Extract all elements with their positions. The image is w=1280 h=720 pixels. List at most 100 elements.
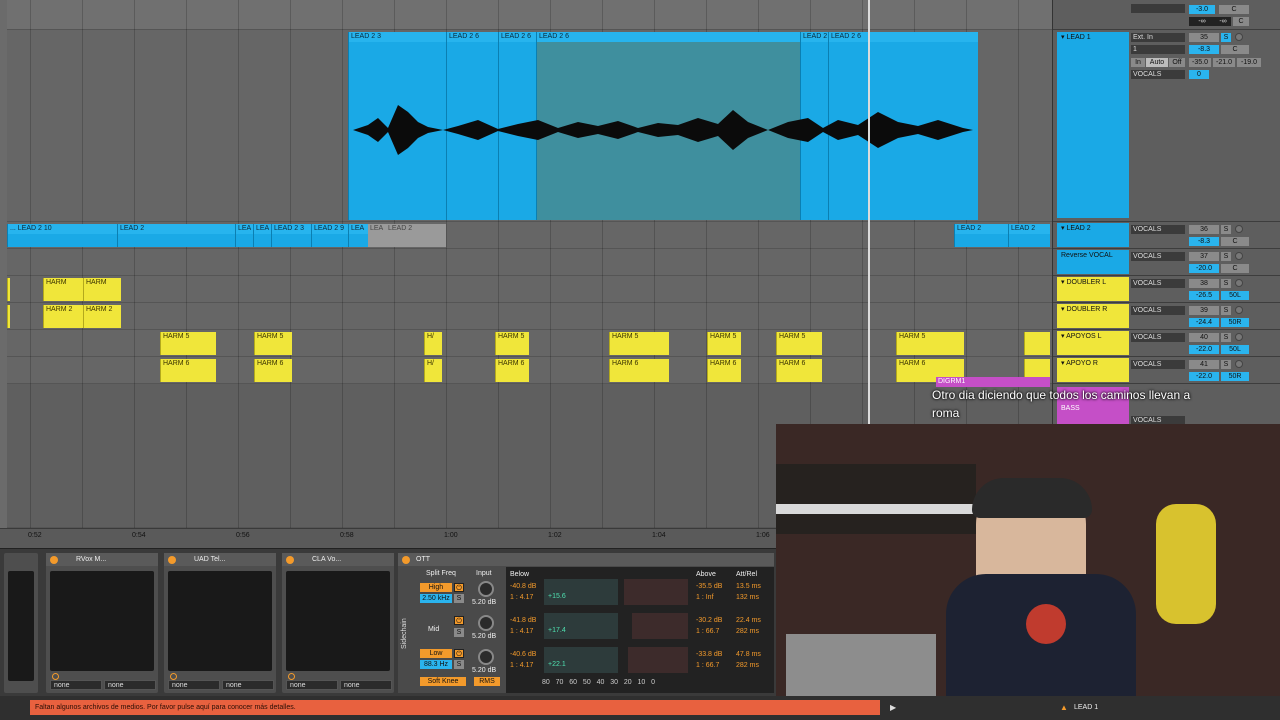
volume-field[interactable]: -20.0 xyxy=(1189,264,1219,273)
clip-apoyos-l[interactable]: HARM 5 xyxy=(160,332,216,355)
solo-button[interactable]: S xyxy=(1221,279,1231,288)
gain-knob-mid[interactable] xyxy=(478,615,494,631)
pan-field[interactable]: C xyxy=(1219,5,1249,14)
track-header[interactable]: ▾ APOYO R xyxy=(1057,358,1129,382)
lane-doubler-r[interactable] xyxy=(7,303,1052,330)
output-select[interactable]: VOCALS xyxy=(1131,360,1185,369)
clip-lead-2-muted[interactable]: LEAD 2 xyxy=(386,224,446,247)
solo-button[interactable]: S xyxy=(454,628,464,637)
clip-lead-2[interactable]: LEA xyxy=(235,224,253,247)
monitor-in-button[interactable]: In xyxy=(1131,58,1145,67)
track-header-lead-1[interactable]: ▾ LEAD 1 xyxy=(1057,32,1129,218)
device-power-icon[interactable] xyxy=(402,556,410,564)
clip-lead-2[interactable]: LEA xyxy=(253,224,271,247)
monitor-off-button[interactable]: Off xyxy=(1169,58,1185,67)
send-field[interactable]: 0 xyxy=(1189,70,1209,79)
clip-doubler-r[interactable] xyxy=(7,305,10,328)
track-header[interactable]: ▾ LEAD 2 xyxy=(1057,223,1129,247)
monitor-auto-button[interactable]: Auto xyxy=(1146,58,1168,67)
output-select[interactable]: VOCALS xyxy=(1131,306,1185,315)
solo-button[interactable]: S xyxy=(454,594,464,603)
arm-button[interactable] xyxy=(1235,252,1243,260)
clip-apoyo-r[interactable]: H/ xyxy=(424,359,442,382)
arm-button[interactable] xyxy=(1235,306,1243,314)
clip-lead-2[interactable]: LEA xyxy=(348,224,368,247)
device-power-icon[interactable] xyxy=(50,556,58,564)
output-select[interactable] xyxy=(1131,4,1185,13)
clip-apoyo-r[interactable]: HARM 6 xyxy=(254,359,292,382)
arm-button[interactable] xyxy=(1235,333,1243,341)
clip-lead-2[interactable]: LEAD 2 xyxy=(954,224,1008,247)
rms-button[interactable]: RMS xyxy=(474,677,500,686)
clip-lead-2[interactable]: LEAD 2 3 xyxy=(271,224,311,247)
low-freq-field[interactable]: 88.3 Hz xyxy=(420,660,452,669)
arm-button[interactable] xyxy=(1235,33,1243,41)
output-dropdown[interactable]: none xyxy=(50,680,102,690)
volume-field[interactable]: -22.0 xyxy=(1189,345,1219,354)
clip-lead-2-muted[interactable]: LEA xyxy=(368,224,386,247)
output-select[interactable]: VOCALS xyxy=(1131,70,1185,79)
output-dropdown[interactable]: none xyxy=(168,680,220,690)
clip-apoyo-r[interactable]: HARM 6 xyxy=(495,359,529,382)
output-dropdown[interactable]: none xyxy=(340,680,392,690)
device-uad[interactable]: UAD Tel... none none xyxy=(164,553,276,693)
soft-knee-button[interactable]: Soft Knee xyxy=(420,677,466,686)
track-header[interactable]: ▾ DOUBLER L xyxy=(1057,277,1129,301)
volume-field[interactable]: -3.0 xyxy=(1189,5,1215,14)
device-cla[interactable]: CLA Vo... none none xyxy=(282,553,394,693)
lane-reverse-vocal[interactable] xyxy=(7,249,1052,276)
band-mid-power-icon[interactable]: ⏻ xyxy=(454,616,464,625)
solo-button[interactable]: S xyxy=(1221,252,1231,261)
clip-apoyo-r[interactable]: HARM 6 xyxy=(609,359,669,382)
volume-field[interactable]: -8.3 xyxy=(1189,237,1219,246)
device-power-icon[interactable] xyxy=(286,556,294,564)
device-power-icon[interactable] xyxy=(168,556,176,564)
pan-field[interactable]: 50R xyxy=(1221,372,1249,381)
clip-doubler-l[interactable]: HARM xyxy=(43,278,83,301)
clip-apoyos-l[interactable]: HARM 5 xyxy=(495,332,529,355)
solo-button[interactable]: S xyxy=(1221,306,1231,315)
pan-field[interactable]: 50L xyxy=(1221,345,1249,354)
clip-doubler-l[interactable]: HARM xyxy=(83,278,121,301)
clip-lead-2[interactable]: LEAD 2 xyxy=(1008,224,1050,247)
pan-field[interactable]: 50L xyxy=(1221,291,1249,300)
pan-field[interactable]: C xyxy=(1221,264,1249,273)
clip-lead-2[interactable]: ... LEAD 2 10 xyxy=(7,224,117,247)
clip-lead-2[interactable]: LEAD 2 xyxy=(117,224,235,247)
band-low-button[interactable]: Low xyxy=(420,649,452,658)
clip-apoyos-l[interactable]: H/ xyxy=(424,332,442,355)
output-select[interactable]: VOCALS xyxy=(1131,225,1185,234)
output-dropdown[interactable]: none xyxy=(286,680,338,690)
output-dropdown[interactable]: none xyxy=(104,680,156,690)
lane-top[interactable] xyxy=(7,0,1052,30)
pan-field[interactable]: C xyxy=(1221,45,1249,54)
clip-doubler-r[interactable]: HARM 2 xyxy=(43,305,83,328)
input-channel-select[interactable]: 1 xyxy=(1131,45,1185,54)
arm-button[interactable] xyxy=(1235,360,1243,368)
pan-field[interactable]: C xyxy=(1221,237,1249,246)
play-icon[interactable]: ▶ xyxy=(890,700,900,715)
arm-button[interactable] xyxy=(1235,225,1243,233)
device-rvox[interactable]: RVox M... none none xyxy=(46,553,158,693)
solo-button[interactable]: S xyxy=(1221,33,1231,42)
lane-doubler-l[interactable] xyxy=(7,276,1052,303)
volume-field[interactable]: -24.4 xyxy=(1189,318,1219,327)
clip-apoyos-l[interactable]: HARM 5 xyxy=(707,332,741,355)
clip-apoyos-l[interactable]: HARM 5 xyxy=(254,332,292,355)
output-select[interactable]: VOCALS xyxy=(1131,279,1185,288)
gain-knob-low[interactable] xyxy=(478,649,494,665)
clip-apoyos-l[interactable]: HARM 5 xyxy=(776,332,822,355)
output-dropdown[interactable]: none xyxy=(222,680,274,690)
clip-apoyos-l[interactable] xyxy=(1024,332,1050,355)
missing-media-warning[interactable]: Faltan algunos archivos de medios. Por f… xyxy=(30,700,880,715)
clip-apoyo-r[interactable]: HARM 6 xyxy=(160,359,216,382)
track-header[interactable]: Reverse VOCAL xyxy=(1057,250,1129,274)
selected-track-name[interactable]: LEAD 1 xyxy=(1074,700,1098,715)
device-ott[interactable]: OTT Sidechain Split Freq Input High ⏻ 2.… xyxy=(398,553,774,693)
device-partial[interactable] xyxy=(4,553,38,693)
band-high-power-icon[interactable]: ⏻ xyxy=(454,583,464,592)
track-header[interactable]: ▾ DOUBLER R xyxy=(1057,304,1129,328)
playhead[interactable] xyxy=(868,0,870,424)
pan-field-2[interactable]: C xyxy=(1233,17,1249,26)
solo-button[interactable]: S xyxy=(1221,333,1231,342)
